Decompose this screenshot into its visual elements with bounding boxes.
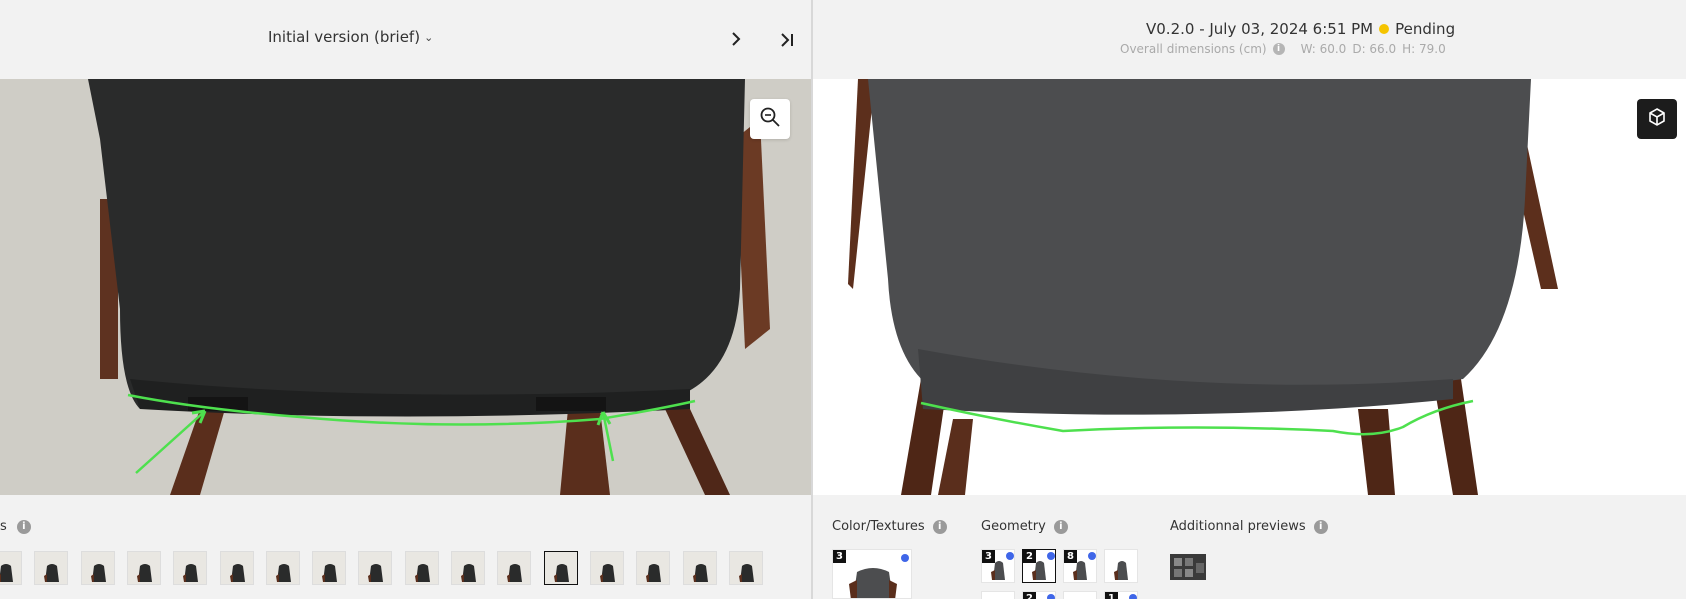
status-dot bbox=[1379, 24, 1390, 34]
dimension-height: H: 79.0 bbox=[1402, 42, 1446, 56]
image-thumb[interactable] bbox=[81, 551, 115, 585]
unseen-dot bbox=[1006, 552, 1014, 560]
variant-count-badge: 2 bbox=[1023, 592, 1036, 599]
skip-to-end-icon[interactable] bbox=[777, 29, 799, 51]
image-thumb[interactable] bbox=[34, 551, 68, 585]
additional-previews-label: Additionnal previews i bbox=[1170, 519, 1328, 534]
brief-header: Initial version (brief) ⌄ bbox=[0, 0, 811, 79]
version-select-label: Initial version (brief) bbox=[268, 28, 421, 46]
image-thumb[interactable] bbox=[266, 551, 300, 585]
overall-dimensions: Overall dimensions (cm) i W: 60.0 D: 66.… bbox=[1120, 42, 1446, 56]
image-thumb[interactable] bbox=[405, 551, 439, 585]
variant-count-badge: 8 bbox=[1064, 550, 1077, 563]
image-thumb[interactable] bbox=[544, 551, 578, 585]
variant-count-badge: 2 bbox=[1023, 550, 1036, 563]
brief-thumbnail-strip bbox=[0, 551, 795, 585]
image-thumb[interactable] bbox=[683, 551, 717, 585]
color-textures-text: Color/Textures bbox=[832, 519, 925, 534]
info-icon[interactable]: i bbox=[932, 519, 947, 534]
color-texture-thumb[interactable]: 3 bbox=[832, 549, 912, 599]
info-icon[interactable]: i bbox=[1313, 519, 1328, 534]
brief-photo bbox=[0, 79, 811, 495]
geometry-thumb[interactable] bbox=[981, 591, 1015, 599]
image-thumb[interactable] bbox=[729, 551, 763, 585]
render-preview bbox=[813, 79, 1686, 495]
images-section-label: s i bbox=[0, 519, 31, 534]
variant-count-badge: 3 bbox=[982, 550, 995, 563]
color-textures-label: Color/Textures i bbox=[832, 519, 947, 534]
image-thumb[interactable] bbox=[636, 551, 670, 585]
image-thumb[interactable] bbox=[312, 551, 346, 585]
geometry-thumb[interactable]: 2 bbox=[1022, 591, 1056, 599]
image-thumb[interactable] bbox=[0, 551, 22, 585]
render-version-title: V0.2.0 - July 03, 2024 6:51 PM Pending bbox=[1146, 20, 1455, 38]
geometry-text: Geometry bbox=[981, 519, 1046, 534]
image-thumb[interactable] bbox=[358, 551, 392, 585]
images-label-text: s bbox=[0, 519, 7, 534]
image-thumb[interactable] bbox=[497, 551, 531, 585]
unseen-dot bbox=[1129, 594, 1137, 599]
zoom-out-icon bbox=[759, 106, 781, 132]
version-select[interactable]: Initial version (brief) ⌄ bbox=[268, 28, 433, 46]
geometry-thumb[interactable]: 8 bbox=[1063, 549, 1097, 583]
additional-previews-text: Additionnal previews bbox=[1170, 519, 1306, 534]
dimensions-label: Overall dimensions (cm) bbox=[1120, 42, 1267, 56]
chevron-down-icon: ⌄ bbox=[424, 30, 434, 44]
status-badge: Pending bbox=[1395, 20, 1456, 38]
dimension-depth: D: 66.0 bbox=[1352, 42, 1397, 56]
info-icon[interactable]: i bbox=[16, 519, 31, 534]
additional-preview-thumb[interactable] bbox=[1170, 554, 1206, 580]
chevron-right-icon[interactable] bbox=[727, 28, 745, 50]
image-thumb[interactable] bbox=[127, 551, 161, 585]
zoom-out-button[interactable] bbox=[750, 99, 790, 139]
view-3d-button[interactable] bbox=[1637, 99, 1677, 139]
geometry-label: Geometry i bbox=[981, 519, 1068, 534]
image-thumb[interactable] bbox=[590, 551, 624, 585]
unseen-dot bbox=[1047, 552, 1055, 560]
geometry-thumb[interactable]: 3 bbox=[981, 549, 1015, 583]
unseen-dot bbox=[1047, 594, 1055, 599]
variant-count-badge: 1 bbox=[1105, 592, 1118, 599]
unseen-dot bbox=[1088, 552, 1096, 560]
info-icon[interactable]: i bbox=[1053, 519, 1068, 534]
geometry-thumb[interactable] bbox=[1063, 591, 1097, 599]
geometry-thumb[interactable]: 1 bbox=[1104, 591, 1138, 599]
version-title-text: V0.2.0 - July 03, 2024 6:51 PM bbox=[1146, 20, 1374, 38]
dimension-width: W: 60.0 bbox=[1300, 42, 1347, 56]
cube-icon bbox=[1646, 106, 1668, 132]
image-thumb[interactable] bbox=[173, 551, 207, 585]
image-thumb[interactable] bbox=[451, 551, 485, 585]
app-root: Initial version (brief) ⌄ s i V0.2.0 - J… bbox=[0, 0, 1686, 599]
geometry-thumb[interactable]: 2 bbox=[1022, 549, 1056, 583]
info-icon[interactable]: i bbox=[1272, 43, 1285, 55]
geometry-thumb[interactable] bbox=[1104, 549, 1138, 583]
image-thumb[interactable] bbox=[220, 551, 254, 585]
